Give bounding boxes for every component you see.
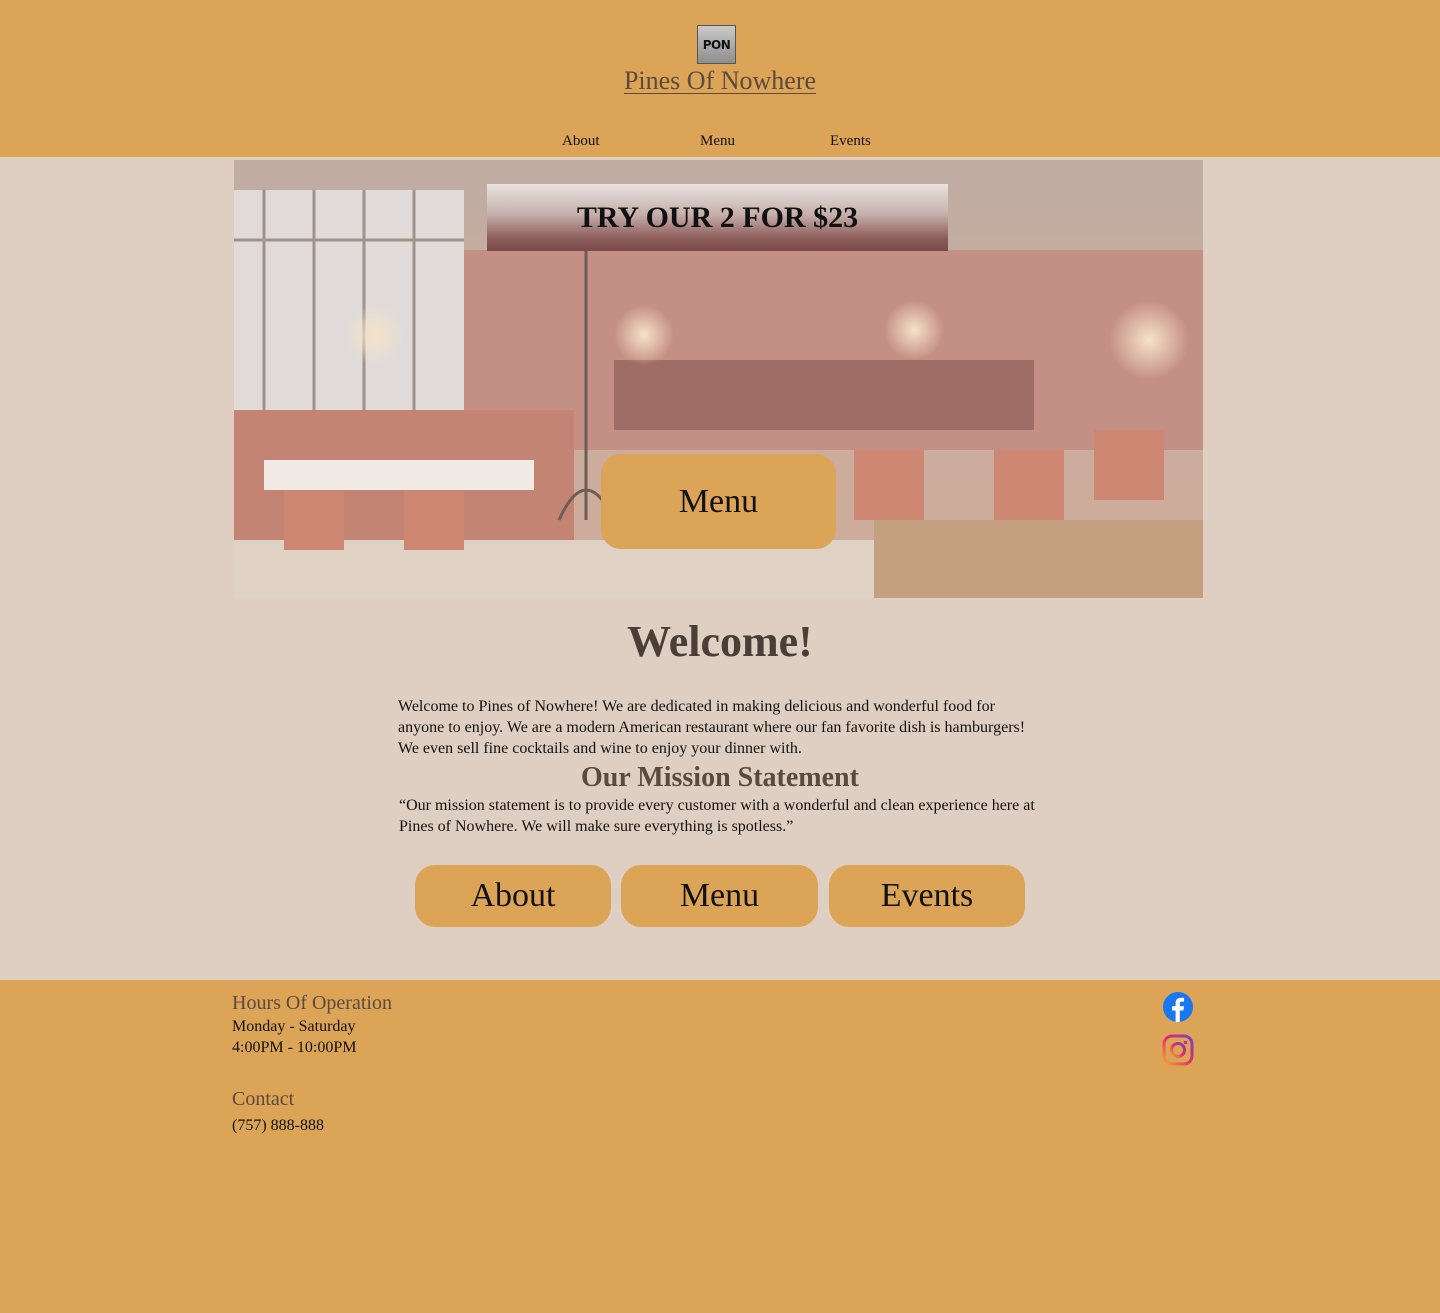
- events-button-label: Events: [880, 877, 974, 914]
- about-button-label: About: [470, 877, 556, 914]
- contact-heading: Contact: [232, 1088, 295, 1110]
- site-header: PON Pines Of Nowhere About Menu Events: [0, 0, 1440, 157]
- logo-text: PON: [702, 37, 731, 52]
- events-button[interactable]: Events: [829, 865, 1025, 927]
- site-title[interactable]: Pines Of Nowhere: [0, 66, 1440, 96]
- mission-title: Our Mission Statement: [581, 762, 859, 793]
- top-nav: About Menu Events: [0, 133, 1440, 153]
- logo[interactable]: PON: [697, 25, 736, 64]
- hero-banner: TRY OUR 2 FOR $23 Menu: [234, 160, 1203, 598]
- hours-days: Monday - Saturday: [232, 1018, 356, 1035]
- hero-menu-button[interactable]: Menu: [601, 454, 836, 549]
- site-footer: Hours Of Operation Monday - Saturday 4:0…: [0, 980, 1440, 1313]
- nav-link-about[interactable]: About: [562, 133, 600, 150]
- welcome-title: Welcome!: [627, 617, 813, 666]
- hours-time: 4:00PM - 10:00PM: [232, 1039, 357, 1056]
- promo-text: TRY OUR 2 FOR $23: [576, 200, 859, 234]
- about-button[interactable]: About: [415, 865, 611, 927]
- site-title-link[interactable]: Pines Of Nowhere: [624, 66, 816, 95]
- hours-heading: Hours Of Operation: [232, 992, 392, 1014]
- menu-button-label: Menu: [679, 877, 760, 914]
- instagram-icon[interactable]: [1162, 1034, 1194, 1066]
- nav-link-menu[interactable]: Menu: [700, 133, 735, 150]
- hero-menu-button-label: Menu: [678, 482, 759, 520]
- welcome-text: Welcome to Pines of Nowhere! We are dedi…: [398, 698, 1026, 757]
- facebook-icon[interactable]: [1162, 991, 1194, 1023]
- menu-button[interactable]: Menu: [621, 865, 818, 927]
- contact-phone: (757) 888-888: [232, 1117, 324, 1134]
- mission-text: “Our mission statement is to provide eve…: [399, 797, 1035, 835]
- promo-banner: TRY OUR 2 FOR $23: [487, 184, 948, 251]
- nav-link-events[interactable]: Events: [830, 133, 871, 150]
